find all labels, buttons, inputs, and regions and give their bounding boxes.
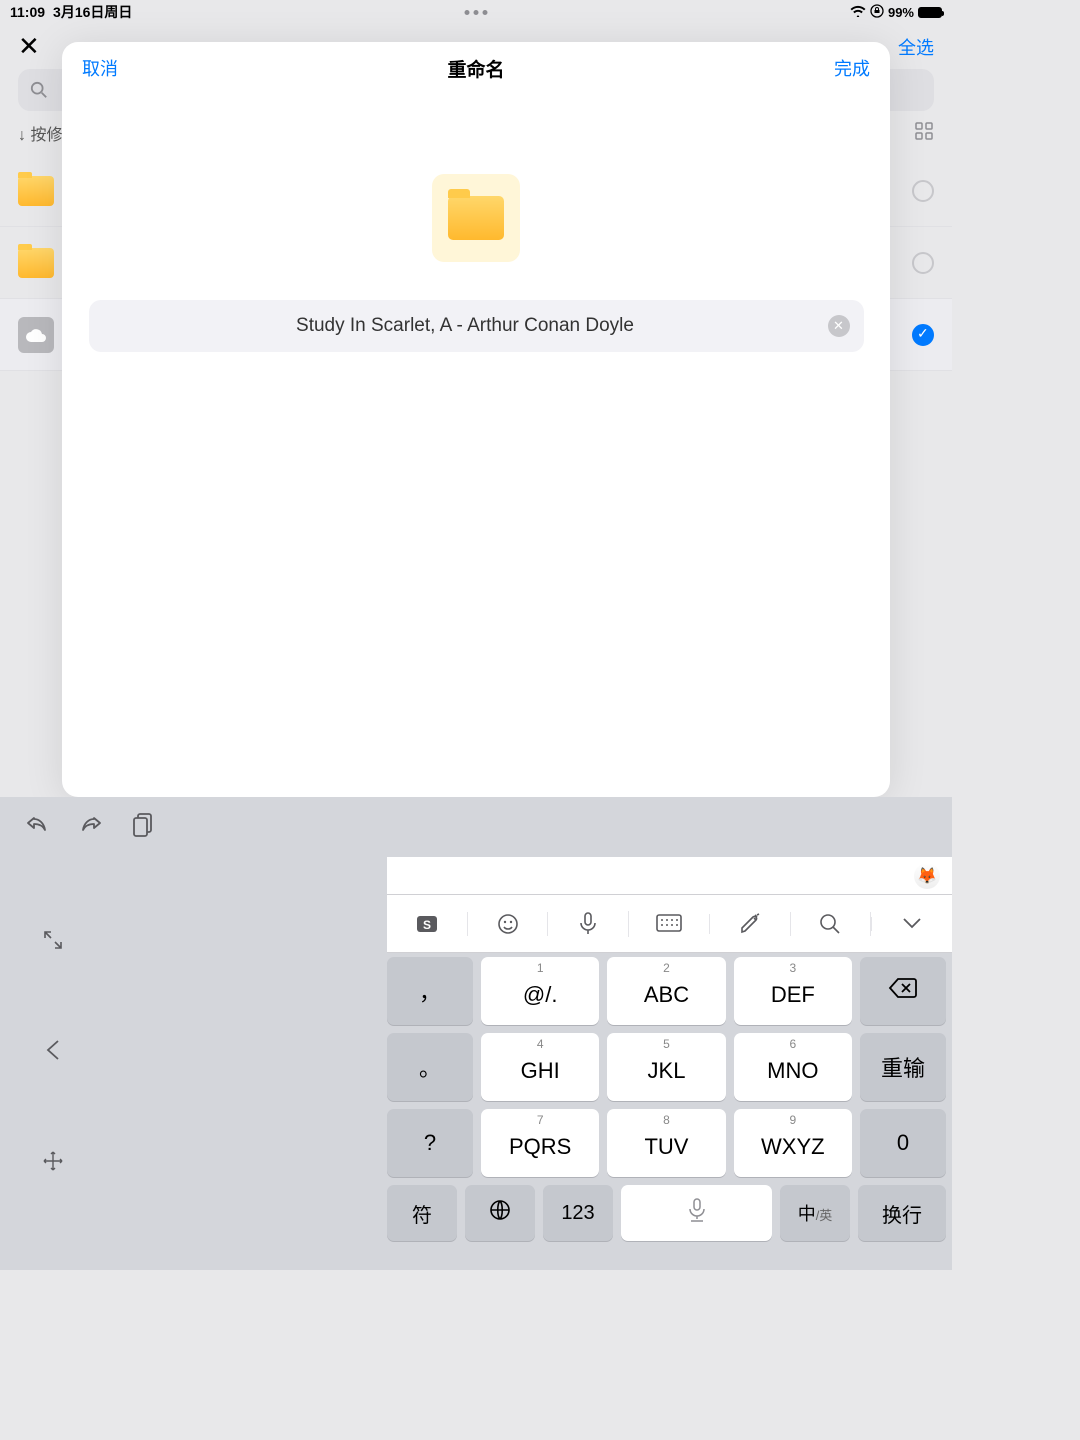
key-symbols[interactable]: 符 [387,1185,457,1241]
key-4[interactable]: 4GHI [481,1033,599,1101]
handwriting-icon[interactable] [710,912,791,936]
sort-label[interactable]: ↓ 按修 [18,121,62,145]
key-3[interactable]: 3DEF [734,957,852,1025]
ime-toolbar: S [387,895,952,953]
key-numbers[interactable]: 123 [543,1185,613,1241]
voice-icon[interactable] [548,911,629,937]
battery-pct: 99% [888,5,914,20]
keyboard-shortcut-bar [0,797,952,857]
move-keyboard-icon[interactable] [41,1149,65,1178]
key-comma[interactable]: ， [387,957,473,1025]
backspace-icon [888,977,918,1005]
cloud-icon [18,317,54,353]
key-6[interactable]: 6MNO [734,1033,852,1101]
folder-preview-icon [432,174,520,262]
status-date: 3月16日周日 [53,2,132,22]
orientation-lock-icon [870,4,884,21]
grid-view-icon[interactable] [914,121,934,146]
search-icon[interactable] [791,912,872,936]
selection-radio[interactable] [912,252,934,274]
redo-icon[interactable] [78,813,104,842]
keyboard-area: 🦊 S ， 1@/. 2ABC 3DEF 。 4GHI 5JKL 6MNO 重输… [0,797,952,1270]
key-8[interactable]: 8TUV [607,1109,725,1177]
rename-input-container: ✕ [89,300,864,352]
status-bar: 11:09 3月16日周日 99% [0,0,952,24]
folder-icon [18,176,54,206]
key-reinput[interactable]: 重输 [860,1033,946,1101]
keyboard-layout-icon[interactable] [629,914,710,934]
cursor-left-icon[interactable] [44,1039,62,1066]
key-5[interactable]: 5JKL [607,1033,725,1101]
svg-text:S: S [423,918,431,932]
selection-radio[interactable] [912,180,934,202]
modal-title: 重命名 [447,55,504,82]
clipboard-icon[interactable] [132,812,154,843]
key-language[interactable]: 中/英 [780,1185,850,1241]
key-dot[interactable]: 。 [387,1033,473,1101]
folder-icon [18,248,54,278]
ime-mascot-icon[interactable]: 🦊 [914,863,940,889]
mic-space-icon [687,1198,707,1228]
wifi-icon [850,5,866,20]
rename-input[interactable] [103,315,828,337]
t9-keypad: ， 1@/. 2ABC 3DEF 。 4GHI 5JKL 6MNO 重输 ? 7… [387,957,946,1264]
clear-text-icon[interactable]: ✕ [828,315,850,337]
done-button[interactable]: 完成 [834,55,870,81]
key-return[interactable]: 换行 [858,1185,946,1241]
globe-icon [488,1198,512,1228]
close-icon[interactable]: ✕ [18,31,40,62]
key-9[interactable]: 9WXYZ [734,1109,852,1177]
emoji-icon[interactable] [468,912,549,936]
status-time: 11:09 [10,4,45,20]
key-7[interactable]: 7PQRS [481,1109,599,1177]
undo-icon[interactable] [24,813,50,842]
collapse-keyboard-icon[interactable] [871,917,952,931]
key-backspace[interactable] [860,957,946,1025]
ime-candidate-strip[interactable]: 🦊 [387,857,952,895]
key-2[interactable]: 2ABC [607,957,725,1025]
selection-radio[interactable] [912,324,934,346]
ime-logo-icon[interactable]: S [387,912,468,936]
multitask-dots-icon[interactable] [465,10,488,15]
key-globe[interactable] [465,1185,535,1241]
key-1[interactable]: 1@/. [481,957,599,1025]
key-space[interactable] [621,1185,772,1241]
expand-icon[interactable] [42,929,64,956]
search-icon [30,81,48,99]
battery-icon [918,7,942,18]
key-question[interactable]: ? [387,1109,473,1177]
key-zero[interactable]: 0 [860,1109,946,1177]
rename-modal: 取消 重命名 完成 ✕ [62,42,890,797]
keyboard-side-panel [0,857,106,1270]
cancel-button[interactable]: 取消 [82,55,118,81]
select-all-button[interactable]: 全选 [898,34,934,60]
